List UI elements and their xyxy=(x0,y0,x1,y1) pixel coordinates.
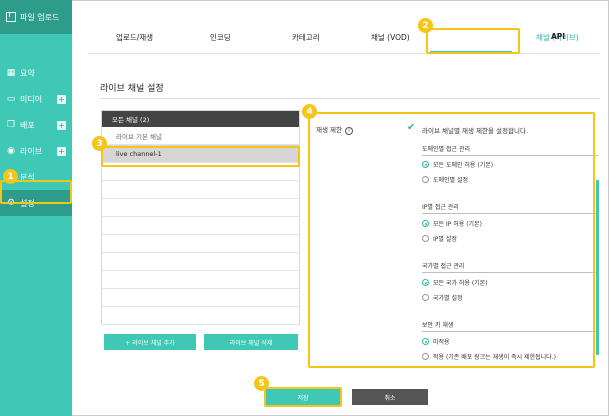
callout-badge-4: 4 xyxy=(302,104,317,119)
sidebar-item-label: 배포 xyxy=(20,120,35,130)
sidebar-item-media[interactable]: ▭ 미디어 + xyxy=(0,86,72,112)
tab-category[interactable]: 카테고리 xyxy=(292,32,320,43)
empty-row xyxy=(102,235,299,253)
sidebar-item-label: 미디어 xyxy=(20,94,43,104)
add-live-channel-button[interactable]: + 라이브 채널 추가 xyxy=(104,334,196,350)
callout-highlight-settings-panel xyxy=(308,112,595,368)
monitor-icon: ▭ xyxy=(6,93,16,104)
empty-row xyxy=(102,253,299,271)
file-upload-label: 파일 업로드 xyxy=(20,12,60,22)
empty-row xyxy=(102,217,299,235)
copy-icon: ❐ xyxy=(6,119,16,130)
sidebar-item-live[interactable]: ◉ 라이브 + xyxy=(0,138,72,164)
empty-row xyxy=(102,271,299,289)
callout-badge-5: 5 xyxy=(254,376,269,391)
channel-list: 모든 채널 (2) 라이브 기본 채널 live channel-1 xyxy=(101,110,300,325)
channel-row[interactable]: 라이브 기본 채널 xyxy=(102,127,299,145)
cancel-button[interactable]: 취소 xyxy=(352,389,428,405)
broadcast-icon: ◉ xyxy=(7,145,15,156)
sidebar-item-summary[interactable]: ▦ 요약 xyxy=(0,60,72,86)
tab-bar: 업로드/재생 인코딩 카테고리 채널 (VOD) 채널 (라이브) xyxy=(88,18,600,54)
callout-badge-1: 1 xyxy=(3,169,18,184)
callout-badge-3: 3 xyxy=(92,136,107,151)
divider xyxy=(100,98,600,99)
sidebar: 파일 업로드 ▦ 요약 ▭ 미디어 + ❐ 배포 + ◉ 라이브 + ▮ 분석 … xyxy=(0,0,72,416)
sidebar-item-label: 요약 xyxy=(20,68,35,78)
callout-badge-2: 2 xyxy=(418,18,433,33)
callout-highlight-save xyxy=(264,387,342,407)
tab-upload-playback[interactable]: 업로드/재생 xyxy=(116,32,153,43)
callout-highlight-live-tab xyxy=(426,28,520,54)
expand-plus-icon[interactable]: + xyxy=(57,147,66,156)
panel-scrollbar[interactable] xyxy=(596,180,599,355)
expand-plus-icon[interactable]: + xyxy=(57,95,66,104)
tab-encoding[interactable]: 인코딩 xyxy=(210,32,231,43)
upload-icon xyxy=(6,12,16,22)
tab-api-label[interactable]: API xyxy=(551,32,565,41)
grid-icon: ▦ xyxy=(6,67,16,78)
empty-row xyxy=(102,289,299,307)
expand-plus-icon[interactable]: + xyxy=(57,121,66,130)
empty-row xyxy=(102,307,299,325)
delete-live-channel-button[interactable]: 라이브 채널 삭제 xyxy=(204,334,298,350)
tab-channel-vod[interactable]: 채널 (VOD) xyxy=(371,32,410,43)
channel-list-header: 모든 채널 (2) xyxy=(102,111,299,127)
page-title: 라이브 채널 설정 xyxy=(100,84,164,94)
file-upload-button[interactable]: 파일 업로드 xyxy=(0,0,72,34)
empty-row xyxy=(102,181,299,199)
sidebar-item-label: 라이브 xyxy=(20,146,43,156)
sidebar-item-distribution[interactable]: ❐ 배포 + xyxy=(0,112,72,138)
callout-highlight-channel xyxy=(101,146,300,167)
empty-row xyxy=(102,199,299,217)
